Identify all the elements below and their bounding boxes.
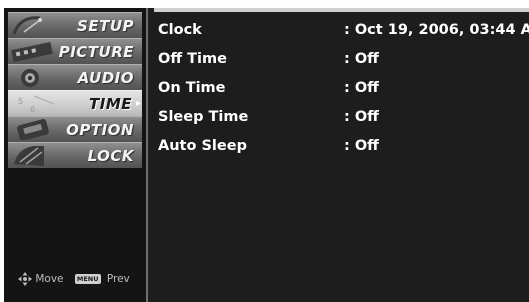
menu-label-audio: AUDIO	[77, 69, 134, 87]
menu-item-picture[interactable]: PICTURE	[8, 38, 142, 64]
row-label: On Time	[158, 80, 226, 96]
row-value: : Off	[344, 80, 379, 96]
prev-label: Prev	[106, 273, 130, 285]
svg-text:5: 5	[18, 97, 23, 106]
move-arrows-icon	[18, 272, 32, 286]
settings-row-off-time[interactable]: Off Time : Off	[158, 51, 528, 75]
menu-item-lock[interactable]: LOCK	[8, 142, 142, 168]
row-value: : Off	[344, 51, 379, 67]
clock-face-icon: 5 6	[18, 95, 55, 114]
settings-row-sleep-time[interactable]: Sleep Time : Off	[158, 109, 528, 133]
selected-arrow-icon: ▸	[135, 98, 141, 109]
row-label: Off Time	[158, 51, 227, 67]
menu-label-option: OPTION	[66, 121, 134, 139]
navigation-hint: Move MENU Prev	[18, 272, 142, 290]
menu-label-picture: PICTURE	[58, 43, 134, 61]
menu-label-time: TIME	[89, 95, 132, 113]
row-value: : Off	[344, 109, 379, 125]
keypad-lock-icon	[14, 146, 44, 166]
svg-text:6: 6	[30, 105, 35, 114]
settings-row-clock[interactable]: Clock : Oct 19, 2006, 03:44 AM	[158, 22, 529, 46]
menu-item-setup[interactable]: SETUP	[8, 12, 142, 38]
main-menu-sidebar: SETUP PICTURE AUDIO 5 6 TIME ▸ OPTION LO…	[4, 8, 148, 302]
row-label: Clock	[158, 22, 202, 38]
option-puzzle-icon	[17, 119, 49, 140]
osd-screen: SETUP PICTURE AUDIO 5 6 TIME ▸ OPTION LO…	[4, 8, 529, 302]
row-value: : Off	[344, 138, 379, 154]
row-label: Auto Sleep	[158, 138, 247, 154]
row-label: Sleep Time	[158, 109, 249, 125]
time-settings-panel: Clock : Oct 19, 2006, 03:44 AM Off Time …	[154, 22, 529, 222]
settings-row-on-time[interactable]: On Time : Off	[158, 80, 528, 104]
settings-row-auto-sleep[interactable]: Auto Sleep : Off	[158, 138, 528, 162]
menu-item-time[interactable]: 5 6 TIME ▸	[8, 90, 142, 116]
menu-label-setup: SETUP	[77, 17, 134, 35]
menu-key-icon: MENU	[74, 274, 101, 284]
menu-item-option[interactable]: OPTION	[8, 116, 142, 142]
row-value: : Oct 19, 2006, 03:44 AM	[344, 22, 529, 38]
menu-item-audio[interactable]: AUDIO	[8, 64, 142, 90]
top-divider	[154, 8, 529, 12]
satellite-dish-icon	[12, 16, 42, 35]
move-label: Move	[35, 273, 64, 285]
menu-label-lock: LOCK	[87, 147, 134, 165]
speaker-icon	[21, 69, 39, 87]
